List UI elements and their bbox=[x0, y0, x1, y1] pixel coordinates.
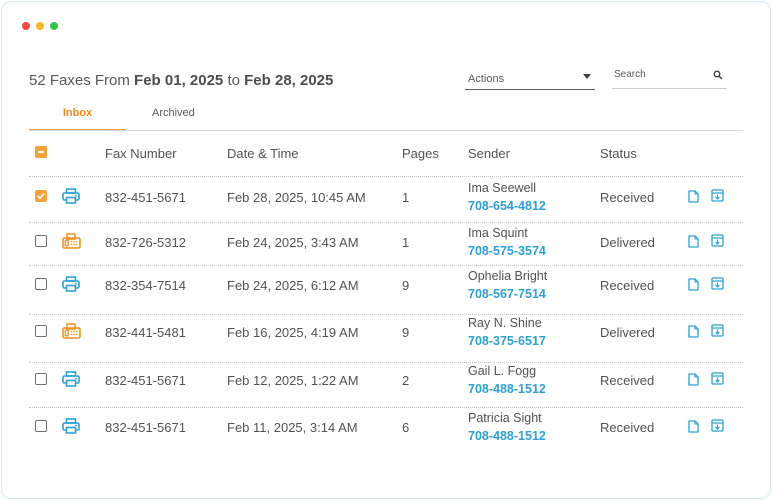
tab-divider bbox=[29, 130, 743, 131]
end-date: Feb 28, 2025 bbox=[244, 72, 334, 89]
fax-number: 832-354-7514 bbox=[105, 278, 186, 293]
archive-icon[interactable] bbox=[711, 189, 724, 207]
row-divider bbox=[29, 362, 743, 363]
date-time: Feb 16, 2025, 4:19 AM bbox=[227, 325, 359, 340]
row-checkbox[interactable] bbox=[35, 373, 47, 385]
date-time: Feb 24, 2025, 6:12 AM bbox=[227, 278, 359, 293]
sender-name: Ima Squint bbox=[468, 226, 528, 240]
fax-number: 832-451-5671 bbox=[105, 190, 186, 205]
chevron-down-icon bbox=[583, 74, 591, 79]
page-count: 2 bbox=[402, 373, 410, 388]
page-count: 9 bbox=[402, 278, 410, 293]
archive-icon[interactable] bbox=[711, 234, 724, 252]
sender-phone[interactable]: 708-375-6517 bbox=[468, 334, 546, 348]
fax-number: 832-441-5481 bbox=[105, 325, 186, 340]
column-pages: Pages bbox=[402, 146, 439, 161]
sender-name: Gail L. Fogg bbox=[468, 364, 537, 378]
archive-icon[interactable] bbox=[711, 372, 724, 390]
actions-dropdown[interactable]: Actions bbox=[465, 67, 595, 90]
column-status: Status bbox=[600, 146, 637, 161]
minimize-dot[interactable] bbox=[36, 22, 44, 30]
sender-phone[interactable]: 708-654-4812 bbox=[468, 199, 546, 213]
row-divider bbox=[29, 265, 743, 266]
row-divider bbox=[29, 176, 743, 177]
date-time: Feb 12, 2025, 1:22 AM bbox=[227, 373, 359, 388]
date-time: Feb 11, 2025, 3:14 AM bbox=[227, 420, 358, 435]
column-date-time: Date & Time bbox=[227, 146, 299, 161]
row-divider bbox=[29, 222, 743, 223]
fax-number: 832-726-5312 bbox=[105, 235, 186, 250]
page-count: 6 bbox=[402, 420, 410, 435]
status-text: Delivered bbox=[600, 325, 655, 340]
fax-number: 832-451-5671 bbox=[105, 420, 186, 435]
status-text: Received bbox=[600, 278, 655, 293]
sender-name: Ray N. Shine bbox=[468, 316, 542, 330]
archive-icon[interactable] bbox=[711, 324, 724, 342]
window-controls bbox=[22, 22, 58, 30]
sender-phone[interactable]: 708-488-1512 bbox=[468, 429, 546, 443]
page-count: 9 bbox=[402, 325, 410, 340]
close-dot[interactable] bbox=[22, 22, 30, 30]
tab-inbox[interactable]: Inbox bbox=[29, 107, 126, 131]
actions-label: Actions bbox=[468, 73, 505, 85]
printer-icon bbox=[62, 418, 80, 439]
sender-phone[interactable]: 708-575-3574 bbox=[468, 244, 546, 258]
page-count: 1 bbox=[402, 190, 410, 205]
row-checkbox[interactable] bbox=[35, 420, 47, 432]
fax-machine-icon bbox=[62, 233, 81, 254]
column-fax-number: Fax Number bbox=[105, 146, 177, 161]
sender-phone[interactable]: 708-488-1512 bbox=[468, 382, 546, 396]
tab-archived[interactable]: Archived bbox=[152, 107, 195, 119]
fax-number: 832-451-5671 bbox=[105, 373, 186, 388]
sender-phone[interactable]: 708-567-7514 bbox=[468, 287, 546, 301]
row-checkbox[interactable] bbox=[35, 325, 47, 337]
date-time: Feb 24, 2025, 3:43 AM bbox=[227, 235, 359, 250]
search-input[interactable] bbox=[614, 69, 708, 80]
archive-icon[interactable] bbox=[711, 419, 724, 437]
fax-machine-icon bbox=[62, 323, 81, 344]
search-box[interactable] bbox=[612, 65, 727, 89]
search-icon[interactable] bbox=[713, 70, 723, 80]
status-text: Received bbox=[600, 373, 655, 388]
archive-icon[interactable] bbox=[711, 277, 724, 295]
start-date: Feb 01, 2025 bbox=[134, 72, 224, 89]
fax-count: 52 Faxes From bbox=[29, 72, 130, 89]
date-time: Feb 28, 2025, 10:45 AM bbox=[227, 190, 366, 205]
document-icon[interactable] bbox=[688, 278, 699, 296]
sender-name: Ophelia Bright bbox=[468, 269, 548, 283]
document-icon[interactable] bbox=[688, 373, 699, 391]
row-checkbox[interactable] bbox=[35, 235, 47, 247]
status-text: Received bbox=[600, 420, 655, 435]
status-text: Received bbox=[600, 190, 655, 205]
row-checkbox[interactable] bbox=[35, 278, 47, 290]
printer-icon bbox=[62, 371, 80, 392]
date-connector: to bbox=[227, 72, 240, 89]
document-icon[interactable] bbox=[688, 190, 699, 208]
page-count: 1 bbox=[402, 235, 410, 250]
row-divider bbox=[29, 407, 743, 408]
document-icon[interactable] bbox=[688, 420, 699, 438]
status-text: Delivered bbox=[600, 235, 655, 250]
row-divider bbox=[29, 314, 743, 315]
column-sender: Sender bbox=[468, 146, 510, 161]
select-all-checkbox[interactable] bbox=[35, 146, 47, 158]
row-checkbox[interactable] bbox=[35, 190, 47, 202]
checkmark-icon bbox=[37, 193, 45, 200]
sender-name: Ima Seewell bbox=[468, 181, 537, 195]
document-icon[interactable] bbox=[688, 235, 699, 253]
sender-name: Patricia Sight bbox=[468, 411, 542, 425]
page-title: 52 Faxes From Feb 01, 2025 to Feb 28, 20… bbox=[29, 72, 333, 89]
printer-icon bbox=[62, 276, 80, 297]
maximize-dot[interactable] bbox=[50, 22, 58, 30]
document-icon[interactable] bbox=[688, 325, 699, 343]
printer-icon bbox=[62, 188, 80, 209]
